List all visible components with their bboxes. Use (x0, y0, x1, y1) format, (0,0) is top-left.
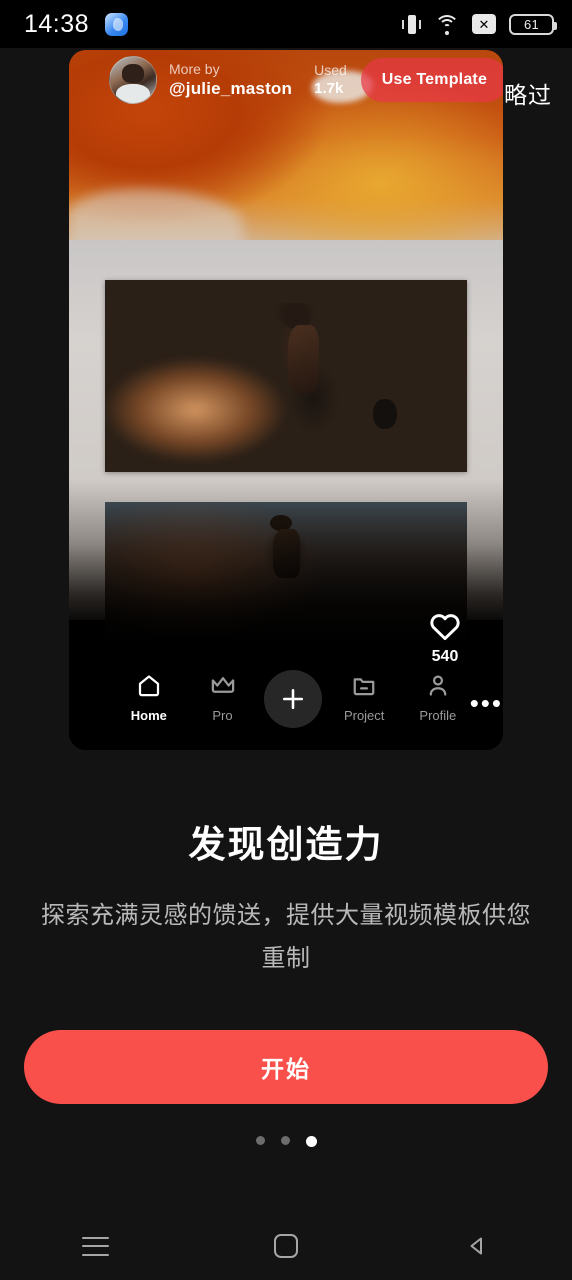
start-button[interactable]: 开始 (24, 1030, 548, 1104)
use-template-button[interactable]: Use Template (360, 58, 503, 102)
template-attribution-bar: More by @julie_maston Used 1.7k Use Temp… (69, 50, 503, 110)
folder-icon (353, 678, 375, 696)
more-by-block: More by @julie_maston (169, 61, 292, 99)
person-icon (429, 675, 447, 696)
app-preview-card: More by @julie_maston Used 1.7k Use Temp… (69, 50, 503, 750)
nav-label-home: Home (130, 708, 167, 723)
vibrate-icon (402, 14, 421, 35)
nav-label-profile: Profile (419, 708, 457, 723)
nav-item-home[interactable]: Home (113, 672, 185, 723)
menu-icon (81, 1236, 109, 1256)
no-signal-icon: ✕ (472, 14, 496, 34)
status-bar-clock: 14:38 (24, 9, 90, 38)
page-dot-3[interactable] (305, 1136, 317, 1147)
status-bar: 14:38 ✕ 61 (0, 0, 572, 48)
page-indicator (0, 1136, 572, 1147)
nav-label-project: Project (343, 708, 385, 723)
page-title: 发现创造力 (188, 824, 384, 865)
system-navigation-bar (0, 1212, 572, 1280)
create-button[interactable] (264, 670, 323, 728)
status-bar-icons: ✕ 61 (402, 13, 557, 35)
back-triangle-icon (470, 1237, 482, 1255)
crown-icon (211, 677, 234, 693)
video-thumbnail-primary (105, 280, 467, 472)
app-bottom-nav: Home Pro Project Profile ••• (69, 664, 503, 750)
heart-icon (430, 614, 460, 641)
avatar[interactable] (109, 56, 157, 104)
more-by-label: More by (169, 61, 220, 77)
thumbnail-fade-overlay (105, 502, 467, 672)
nav-item-project[interactable]: Project (328, 672, 400, 723)
nav-item-profile[interactable]: Profile (402, 672, 474, 723)
bike-wheel (372, 399, 397, 430)
video-thumbnail-secondary (105, 502, 467, 672)
plus-icon (283, 688, 304, 710)
used-block: Used 1.7k (314, 62, 347, 99)
home-icon (138, 675, 159, 697)
messenger-icon (105, 12, 129, 36)
used-count: 1.7k (314, 79, 344, 97)
nav-item-pro[interactable]: Pro (187, 672, 259, 723)
screen-root: 14:38 ✕ 61 略过 More by @julie_maston Used… (0, 0, 572, 1280)
like-block[interactable]: 540 (417, 610, 473, 666)
nav-label-pro: Pro (212, 708, 233, 723)
home-button[interactable] (231, 1221, 341, 1271)
overflow-menu-icon[interactable]: ••• (470, 690, 503, 716)
wifi-icon (434, 14, 459, 35)
back-button[interactable] (422, 1221, 532, 1271)
used-label: Used (314, 61, 347, 78)
page-dot-1[interactable] (255, 1136, 265, 1145)
recents-button[interactable] (40, 1221, 150, 1271)
creator-username[interactable]: @julie_maston (169, 78, 292, 99)
battery-icon: 61 (509, 13, 557, 35)
home-square-icon (273, 1234, 298, 1258)
page-dot-2[interactable] (280, 1136, 290, 1145)
battery-level: 61 (523, 16, 540, 32)
skip-button[interactable]: 略过 (504, 76, 552, 110)
motocross-rider (261, 303, 348, 444)
page-subtitle: 探索充满灵感的馈送，提供大量视频模板供您重制 (41, 902, 531, 972)
